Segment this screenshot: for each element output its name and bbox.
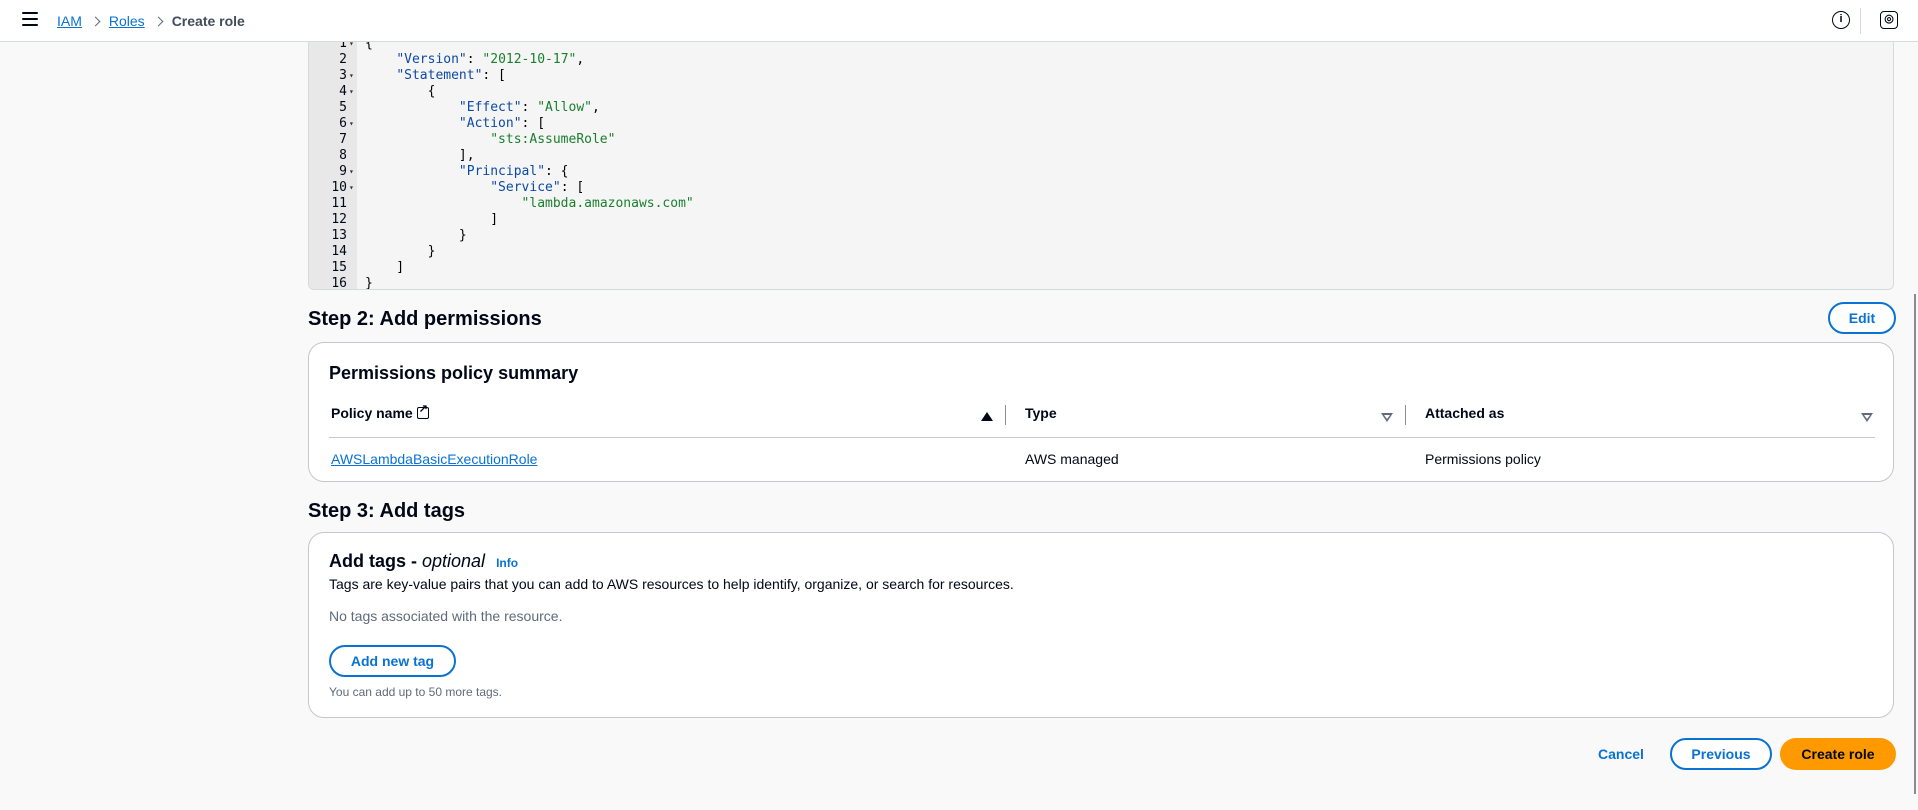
- code-text: }: [365, 244, 436, 259]
- table-divider: [329, 437, 1875, 438]
- code-line: 10 ▾ "Service": [: [309, 180, 1893, 196]
- external-link-icon: [416, 402, 429, 419]
- code-line: 15 ]: [309, 260, 1893, 276]
- previous-button[interactable]: Previous: [1670, 738, 1772, 770]
- step2-title: Step 2: Add permissions: [308, 308, 542, 330]
- fold-toggle-icon[interactable]: ▾: [349, 116, 354, 132]
- info-link[interactable]: Info: [496, 556, 518, 570]
- code-text: "sts:AssumeRole": [490, 132, 616, 147]
- code-line: 8 ],: [309, 148, 1893, 164]
- code-line: 2 "Version": "2012-10-17",: [309, 52, 1893, 68]
- line-number: 4: [339, 84, 347, 99]
- code-text: "Statement": [: [396, 68, 506, 83]
- code-text: ]: [365, 260, 405, 275]
- add-new-tag-button[interactable]: Add new tag: [329, 645, 456, 677]
- code-line: 7 "sts:AssumeRole": [309, 132, 1893, 148]
- code-text: }: [365, 276, 373, 290]
- line-number: 13: [331, 228, 347, 243]
- card-title: Permissions policy summary: [329, 363, 579, 383]
- breadcrumb: IAM Roles Create role: [57, 13, 245, 29]
- line-number: 3: [339, 68, 347, 83]
- chevron-right-icon: [153, 16, 164, 26]
- line-number: 5: [339, 100, 347, 115]
- code-text: "Principal": {: [458, 164, 569, 179]
- sort-icon[interactable]: [1861, 413, 1873, 422]
- tags-description: Tags are key-value pairs that you can ad…: [329, 576, 1014, 592]
- trust-policy-editor[interactable]: 1 ▾{2 "Version": "2012-10-17", 3 ▾ "Stateme…: [308, 42, 1894, 290]
- fold-toggle-icon[interactable]: ▾: [349, 164, 354, 180]
- breadcrumb-iam[interactable]: IAM: [57, 13, 82, 29]
- column-divider: [1005, 405, 1006, 425]
- column-divider: [1405, 405, 1406, 425]
- code-text: "Version": "2012-10-17",: [396, 52, 585, 67]
- line-number: 9: [339, 164, 347, 179]
- step3-title: Step 3: Add tags: [308, 500, 466, 522]
- line-number: 7: [339, 132, 347, 147]
- fold-toggle-icon[interactable]: ▾: [349, 68, 354, 84]
- tag-limit-text: You can add up to 50 more tags.: [329, 685, 503, 699]
- sort-icon[interactable]: [1381, 413, 1393, 422]
- code-text: ]: [365, 212, 499, 227]
- line-number: 6: [339, 116, 347, 131]
- code-line: 14 }: [309, 244, 1893, 260]
- code-text: {: [365, 42, 373, 51]
- code-line: 6 ▾ "Action": [: [309, 116, 1893, 132]
- code-text: ],: [365, 148, 475, 163]
- breadcrumb-roles[interactable]: Roles: [109, 13, 145, 29]
- code-line: 11 "lambda.amazonaws.com": [309, 196, 1893, 212]
- chevron-right-icon: [90, 16, 101, 26]
- line-number: 1: [339, 42, 347, 51]
- line-number: 12: [331, 212, 347, 227]
- fold-toggle-icon[interactable]: ▾: [349, 84, 354, 100]
- menu-icon[interactable]: [22, 12, 38, 28]
- fold-toggle-icon[interactable]: ▾: [349, 42, 354, 52]
- line-number: 10: [331, 180, 347, 195]
- line-number: 2: [339, 52, 347, 67]
- line-number: 14: [331, 244, 347, 259]
- code-line: 9 ▾ "Principal": {: [309, 164, 1893, 180]
- code-line: 13 }: [309, 228, 1893, 244]
- code-line: 5 "Effect": "Allow",: [309, 100, 1893, 116]
- info-icon[interactable]: i: [1832, 11, 1850, 29]
- column-header-policy-name[interactable]: Policy name: [331, 402, 429, 421]
- code-text: }: [365, 228, 467, 243]
- line-number: 16: [331, 276, 347, 290]
- code-line: 3 ▾ "Statement": [: [309, 68, 1893, 84]
- code-text: "Action": [: [458, 116, 546, 131]
- permissions-policy-summary-card: Permissions policy summary Policy name T…: [308, 342, 1894, 482]
- code-text: "lambda.amazonaws.com": [521, 196, 694, 211]
- edit-permissions-button[interactable]: Edit: [1828, 302, 1896, 334]
- code-text: "Service": [: [490, 180, 585, 195]
- attached-as-cell: Permissions policy: [1425, 451, 1541, 467]
- feedback-icon[interactable]: ◎: [1880, 11, 1898, 29]
- divider: [1860, 8, 1861, 34]
- page-scrollbar[interactable]: [1914, 294, 1916, 794]
- column-header-attached-as[interactable]: Attached as: [1425, 405, 1504, 421]
- cancel-button[interactable]: Cancel: [1598, 746, 1644, 762]
- add-tags-title: Add tags - optional Info: [329, 551, 519, 571]
- code-line: 4 ▾ {: [309, 84, 1893, 100]
- code-text: "Effect": "Allow",: [458, 100, 600, 115]
- sort-ascending-icon[interactable]: [981, 412, 993, 421]
- code-text: {: [365, 84, 436, 99]
- column-header-type[interactable]: Type: [1025, 405, 1057, 421]
- create-role-button[interactable]: Create role: [1780, 738, 1896, 770]
- code-line: 12 ]: [309, 212, 1893, 228]
- add-tags-card: Add tags - optional Info Tags are key-va…: [308, 532, 1894, 718]
- no-tags-text: No tags associated with the resource.: [329, 608, 563, 624]
- line-number: 15: [331, 260, 347, 275]
- breadcrumb-create-role: Create role: [171, 13, 245, 29]
- fold-toggle-icon[interactable]: ▾: [349, 180, 354, 196]
- code-line: 1 ▾ {: [309, 42, 1893, 52]
- policy-name-link[interactable]: AWSLambdaBasicExecutionRole: [331, 451, 537, 467]
- line-number: 11: [331, 196, 347, 211]
- code-line: 16}: [309, 276, 1893, 290]
- line-number: 8: [339, 148, 347, 163]
- top-navigation-bar: IAM Roles Create role i ◎: [0, 0, 1918, 42]
- policy-type-cell: AWS managed: [1025, 451, 1119, 467]
